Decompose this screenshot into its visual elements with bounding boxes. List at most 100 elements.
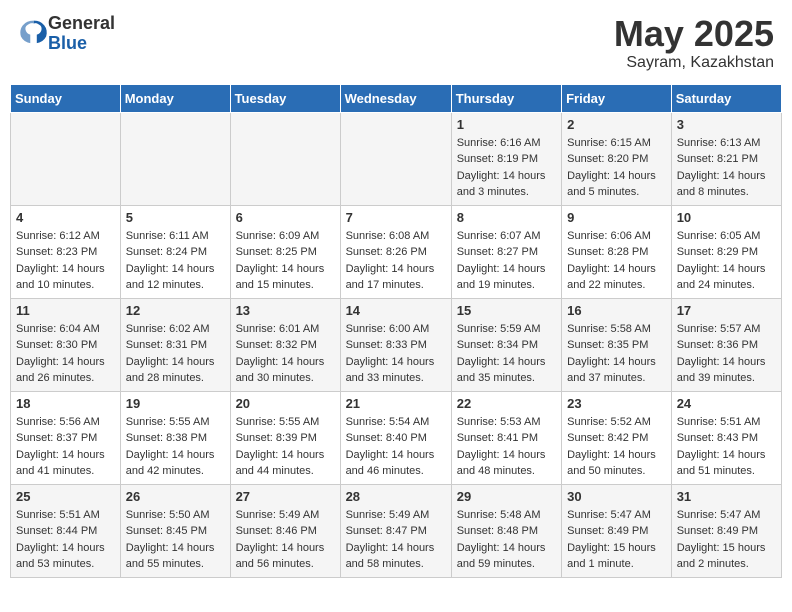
day-number: 25: [16, 489, 115, 504]
day-info: Sunrise: 6:11 AM Sunset: 8:24 PM Dayligh…: [126, 228, 225, 294]
day-info: Sunrise: 5:51 AM Sunset: 8:44 PM Dayligh…: [16, 507, 115, 573]
day-of-week-header: Sunday: [11, 84, 121, 112]
calendar-cell: 3 Sunrise: 6:13 AM Sunset: 8:21 PM Daylig…: [671, 112, 781, 205]
calendar-week-row: 4 Sunrise: 6:12 AM Sunset: 8:23 PM Daylig…: [11, 205, 782, 298]
logo: General Blue: [18, 14, 115, 54]
day-info: Sunrise: 5:55 AM Sunset: 8:38 PM Dayligh…: [126, 414, 225, 480]
day-number: 20: [236, 396, 335, 411]
day-of-week-header: Friday: [562, 84, 672, 112]
calendar-cell: 18 Sunrise: 5:56 AM Sunset: 8:37 PM Dayli…: [11, 391, 121, 484]
location: Sayram, Kazakhstan: [614, 54, 774, 72]
calendar-table: SundayMondayTuesdayWednesdayThursdayFrid…: [10, 84, 782, 578]
calendar-cell: 24Sunrise: 5:51 AM Sunset: 8:43 PM Dayli…: [671, 391, 781, 484]
calendar-cell: [340, 112, 451, 205]
day-number: 16: [567, 303, 666, 318]
day-info: Sunrise: 6:16 AM Sunset: 8:19 PM Dayligh…: [457, 135, 556, 201]
day-info: Sunrise: 5:52 AM Sunset: 8:42 PM Dayligh…: [567, 414, 666, 480]
day-info: Sunrise: 6:07 AM Sunset: 8:27 PM Dayligh…: [457, 228, 556, 294]
day-info: Sunrise: 6:12 AM Sunset: 8:23 PM Dayligh…: [16, 228, 115, 294]
calendar-cell: 2 Sunrise: 6:15 AM Sunset: 8:20 PM Daylig…: [562, 112, 672, 205]
day-info: Sunrise: 5:57 AM Sunset: 8:36 PM Dayligh…: [677, 321, 776, 387]
calendar-cell: 23 Sunrise: 5:52 AM Sunset: 8:42 PM Dayli…: [562, 391, 672, 484]
calendar-cell: [120, 112, 230, 205]
header-row: SundayMondayTuesdayWednesdayThursdayFrid…: [11, 84, 782, 112]
day-number: 12: [126, 303, 225, 318]
day-info: Sunrise: 5:56 AM Sunset: 8:37 PM Dayligh…: [16, 414, 115, 480]
calendar-cell: 4 Sunrise: 6:12 AM Sunset: 8:23 PM Daylig…: [11, 205, 121, 298]
day-info: Sunrise: 5:49 AM Sunset: 8:46 PM Dayligh…: [236, 507, 335, 573]
calendar-cell: 13 Sunrise: 6:01 AM Sunset: 8:32 PM Dayli…: [230, 298, 340, 391]
day-info: Sunrise: 6:00 AM Sunset: 8:33 PM Dayligh…: [346, 321, 446, 387]
calendar-week-row: 18 Sunrise: 5:56 AM Sunset: 8:37 PM Dayli…: [11, 391, 782, 484]
calendar-cell: 20 Sunrise: 5:55 AM Sunset: 8:39 PM Dayli…: [230, 391, 340, 484]
day-number: 21: [346, 396, 446, 411]
day-info: Sunrise: 5:53 AM Sunset: 8:41 PM Dayligh…: [457, 414, 556, 480]
calendar-body: 1 Sunrise: 6:16 AM Sunset: 8:19 PM Daylig…: [11, 112, 782, 577]
calendar-cell: 25 Sunrise: 5:51 AM Sunset: 8:44 PM Dayli…: [11, 484, 121, 577]
day-info: Sunrise: 6:01 AM Sunset: 8:32 PM Dayligh…: [236, 321, 335, 387]
calendar-cell: 10 Sunrise: 6:05 AM Sunset: 8:29 PM Dayli…: [671, 205, 781, 298]
day-number: 28: [346, 489, 446, 504]
day-number: 3: [677, 117, 776, 132]
day-info: Sunrise: 6:13 AM Sunset: 8:21 PM Dayligh…: [677, 135, 776, 201]
day-info: Sunrise: 6:09 AM Sunset: 8:25 PM Dayligh…: [236, 228, 335, 294]
day-number: 23: [567, 396, 666, 411]
calendar-cell: 8 Sunrise: 6:07 AM Sunset: 8:27 PM Daylig…: [451, 205, 561, 298]
day-of-week-header: Saturday: [671, 84, 781, 112]
calendar-cell: 16 Sunrise: 5:58 AM Sunset: 8:35 PM Dayli…: [562, 298, 672, 391]
calendar-cell: [230, 112, 340, 205]
day-info: Sunrise: 5:51 AM Sunset: 8:43 PM Dayligh…: [677, 414, 776, 480]
calendar-cell: 26Sunrise: 5:50 AM Sunset: 8:45 PM Dayli…: [120, 484, 230, 577]
day-of-week-header: Thursday: [451, 84, 561, 112]
day-number: 18: [16, 396, 115, 411]
calendar-cell: 22 Sunrise: 5:53 AM Sunset: 8:41 PM Dayli…: [451, 391, 561, 484]
logo-general-text: General: [48, 14, 115, 34]
calendar-week-row: 11 Sunrise: 6:04 AM Sunset: 8:30 PM Dayli…: [11, 298, 782, 391]
day-number: 30: [567, 489, 666, 504]
day-number: 5: [126, 210, 225, 225]
day-info: Sunrise: 6:06 AM Sunset: 8:28 PM Dayligh…: [567, 228, 666, 294]
day-number: 31: [677, 489, 776, 504]
day-of-week-header: Wednesday: [340, 84, 451, 112]
logo-text: General Blue: [48, 14, 115, 54]
calendar-cell: 30 Sunrise: 5:47 AM Sunset: 8:49 PM Dayli…: [562, 484, 672, 577]
calendar-cell: 28Sunrise: 5:49 AM Sunset: 8:47 PM Dayli…: [340, 484, 451, 577]
day-info: Sunrise: 5:47 AM Sunset: 8:49 PM Dayligh…: [677, 507, 776, 573]
day-info: Sunrise: 5:58 AM Sunset: 8:35 PM Dayligh…: [567, 321, 666, 387]
day-info: Sunrise: 6:04 AM Sunset: 8:30 PM Dayligh…: [16, 321, 115, 387]
title-block: May 2025 Sayram, Kazakhstan: [614, 14, 774, 72]
calendar-cell: 19Sunrise: 5:55 AM Sunset: 8:38 PM Dayli…: [120, 391, 230, 484]
logo-blue-text: Blue: [48, 34, 115, 54]
day-number: 1: [457, 117, 556, 132]
day-number: 27: [236, 489, 335, 504]
day-number: 10: [677, 210, 776, 225]
calendar-cell: [11, 112, 121, 205]
calendar-week-row: 1 Sunrise: 6:16 AM Sunset: 8:19 PM Daylig…: [11, 112, 782, 205]
calendar-cell: 27 Sunrise: 5:49 AM Sunset: 8:46 PM Dayli…: [230, 484, 340, 577]
page-header: General Blue May 2025 Sayram, Kazakhstan: [10, 10, 782, 76]
calendar-cell: 11 Sunrise: 6:04 AM Sunset: 8:30 PM Dayli…: [11, 298, 121, 391]
calendar-cell: 1 Sunrise: 6:16 AM Sunset: 8:19 PM Daylig…: [451, 112, 561, 205]
month-title: May 2025: [614, 14, 774, 54]
day-number: 8: [457, 210, 556, 225]
day-number: 9: [567, 210, 666, 225]
day-number: 29: [457, 489, 556, 504]
calendar-cell: 15Sunrise: 5:59 AM Sunset: 8:34 PM Dayli…: [451, 298, 561, 391]
day-number: 7: [346, 210, 446, 225]
calendar-cell: 17Sunrise: 5:57 AM Sunset: 8:36 PM Dayli…: [671, 298, 781, 391]
day-info: Sunrise: 5:54 AM Sunset: 8:40 PM Dayligh…: [346, 414, 446, 480]
day-info: Sunrise: 5:55 AM Sunset: 8:39 PM Dayligh…: [236, 414, 335, 480]
calendar-cell: 6Sunrise: 6:09 AM Sunset: 8:25 PM Daylig…: [230, 205, 340, 298]
day-info: Sunrise: 5:47 AM Sunset: 8:49 PM Dayligh…: [567, 507, 666, 573]
day-info: Sunrise: 6:15 AM Sunset: 8:20 PM Dayligh…: [567, 135, 666, 201]
day-number: 11: [16, 303, 115, 318]
day-number: 22: [457, 396, 556, 411]
day-number: 2: [567, 117, 666, 132]
day-info: Sunrise: 6:05 AM Sunset: 8:29 PM Dayligh…: [677, 228, 776, 294]
day-number: 4: [16, 210, 115, 225]
calendar-cell: 21 Sunrise: 5:54 AM Sunset: 8:40 PM Dayli…: [340, 391, 451, 484]
day-of-week-header: Monday: [120, 84, 230, 112]
calendar-header: SundayMondayTuesdayWednesdayThursdayFrid…: [11, 84, 782, 112]
day-number: 13: [236, 303, 335, 318]
day-info: Sunrise: 5:59 AM Sunset: 8:34 PM Dayligh…: [457, 321, 556, 387]
